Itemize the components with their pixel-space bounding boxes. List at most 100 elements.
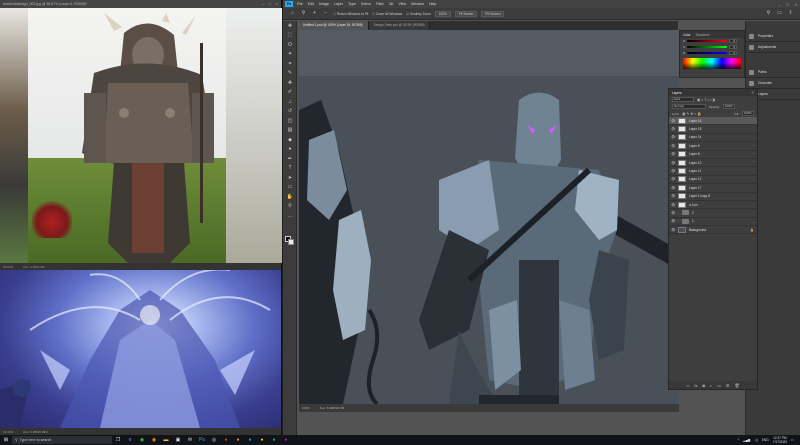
dodge-tool-icon[interactable]: ● (283, 145, 297, 155)
zoom-100-button[interactable]: 100% (434, 10, 451, 17)
history-brush-tool-icon[interactable]: ↺ (283, 107, 297, 117)
workspace-icon[interactable]: ▭ (776, 10, 783, 17)
layer-row[interactable]: 👁 › 1 (669, 218, 757, 227)
lasso-tool-icon[interactable]: ʘ (283, 40, 297, 50)
shape-tool-icon[interactable]: ▭ (283, 183, 297, 193)
resize-windows-checkbox[interactable]: ☐ Resize Windows to Fit (333, 12, 368, 16)
gradient-tool-icon[interactable]: ▤ (283, 126, 297, 136)
search-icon[interactable]: ⚲ (765, 10, 772, 17)
tab-document-1[interactable]: Untitled-1.psd @ 100% (Layer 16, RGB/8) (298, 21, 369, 30)
task-view-icon[interactable]: ❐ (112, 435, 124, 445)
edge-browser-icon[interactable]: e (124, 435, 136, 445)
layers-panel[interactable]: Layers ≡ Kind ▣ ◐ T ▭ ◨ Normal Opacity: … (668, 88, 758, 390)
menu-edit[interactable]: Edit (308, 2, 314, 6)
add-mask-icon[interactable]: ◙ (702, 383, 704, 388)
layer-row[interactable]: 👁 Background 🔒 (669, 226, 757, 235)
visibility-eye-icon[interactable]: 👁 (671, 119, 675, 123)
firefox-icon[interactable]: ◉ (148, 435, 160, 445)
zoom-in-icon[interactable]: + (311, 10, 318, 17)
delete-layer-icon[interactable]: 🗑 (734, 383, 739, 388)
layer-row[interactable]: 👁 › 2 (669, 209, 757, 218)
visibility-eye-icon[interactable]: 👁 (671, 161, 675, 165)
maximize-icon[interactable]: □ (786, 2, 788, 7)
layer-row[interactable]: 👁 Layer 9 (669, 142, 757, 151)
lock-icons[interactable]: ▦ ✎ ✥ ⌗ 🔒 (682, 112, 701, 116)
layer-row[interactable]: 👁 Layer 16 (669, 117, 757, 126)
visibility-eye-icon[interactable]: 👁 (671, 144, 675, 148)
stamp-tool-icon[interactable]: ⊥ (283, 97, 297, 107)
crop-tool-icon[interactable]: ⌗ (283, 59, 297, 69)
opacity-field[interactable]: 100% (723, 104, 736, 109)
fit-screen-button[interactable]: Fit Screen (454, 10, 478, 17)
type-tool-icon[interactable]: T (283, 164, 297, 174)
zoom-out-icon[interactable]: − (322, 10, 329, 17)
layer-row[interactable]: 👁 Layer 11 (669, 167, 757, 176)
app-icon-blue[interactable]: ● (244, 435, 256, 445)
color-spectrum[interactable] (683, 58, 741, 69)
menu-view[interactable]: View (398, 2, 406, 6)
notifications-icon[interactable]: ▭ (791, 438, 794, 442)
menu-window[interactable]: Window (411, 2, 424, 6)
visibility-eye-icon[interactable]: 👁 (671, 203, 675, 207)
store-icon[interactable]: ▣ (172, 435, 184, 445)
layer-row[interactable]: 👁 Layer 12 (669, 176, 757, 185)
tab-color[interactable]: Color (683, 33, 691, 37)
blue-slider[interactable]: B 0 (680, 50, 744, 56)
visibility-eye-icon[interactable]: 👁 (671, 219, 675, 223)
pen-tool-icon[interactable]: ✒ (283, 154, 297, 164)
layer-style-icon[interactable]: fx (694, 383, 697, 388)
panel-menu-icon[interactable]: ≡ (752, 90, 754, 95)
more-tools-icon[interactable]: … (283, 211, 297, 221)
menu-image[interactable]: Image (319, 2, 329, 6)
filter-icons[interactable]: ▣ ◐ T ▭ ◨ (697, 98, 715, 102)
app-icon-teal[interactable]: ● (268, 435, 280, 445)
marquee-tool-icon[interactable]: ⬚ (283, 31, 297, 41)
tab-document-2[interactable]: Design_Refs.psd @ 33.3% (RGB/8) (368, 21, 431, 30)
share-icon[interactable]: ⇪ (787, 10, 794, 17)
chevron-right-icon[interactable]: › (678, 211, 679, 215)
obs-icon[interactable]: ◎ (208, 435, 220, 445)
home-icon[interactable]: ⌂ (289, 10, 296, 17)
adjustment-layer-icon[interactable]: ◐ (710, 383, 712, 388)
visibility-eye-icon[interactable]: 👁 (671, 177, 675, 181)
clock[interactable]: 12:37 PM 7/17/2020 (773, 436, 787, 444)
zoom-tool-icon[interactable]: ⚲ (283, 202, 297, 212)
menu-file[interactable]: File (297, 2, 303, 6)
brush-tool-icon[interactable]: ✐ (283, 88, 297, 98)
move-tool-icon[interactable]: ✥ (283, 21, 297, 31)
fill-field[interactable]: 100% (742, 111, 754, 116)
path-select-tool-icon[interactable]: ➤ (283, 173, 297, 183)
reference-window-top-titlebar[interactable]: fornblockdesign_002.jpg @ 66.67% (Layer … (0, 0, 281, 8)
tab-layers[interactable]: Layers (672, 91, 682, 95)
chevron-right-icon[interactable]: › (678, 219, 679, 223)
magic-wand-tool-icon[interactable]: ✦ (283, 50, 297, 60)
menu-select[interactable]: Select (361, 2, 371, 6)
visibility-eye-icon[interactable]: 👁 (671, 194, 675, 198)
layer-row[interactable]: 👁 Layer 14 (669, 134, 757, 143)
menu-layer[interactable]: Layer (334, 2, 343, 6)
photoshop-taskbar-icon[interactable]: Ps (196, 435, 208, 445)
layer-row[interactable]: 👁 Layer 15 (669, 125, 757, 134)
layer-row[interactable]: 👁 a Join (669, 201, 757, 210)
blend-mode-select[interactable]: Normal (672, 104, 706, 109)
visibility-eye-icon[interactable]: 👁 (671, 228, 675, 232)
visibility-eye-icon[interactable]: 👁 (671, 135, 675, 139)
visibility-eye-icon[interactable]: 👁 (671, 152, 675, 156)
tray-expand-icon[interactable]: ^ (738, 438, 740, 442)
zoom-tool-icon[interactable]: ⚲ (300, 10, 307, 17)
reference-window-top[interactable]: fornblockdesign_002.jpg @ 66.67% (Layer … (0, 0, 282, 270)
scrubby-zoom-checkbox[interactable]: ☑ Scrubby Zoom (406, 12, 430, 16)
zoom-all-windows-checkbox[interactable]: ☐ Zoom All Windows (372, 12, 402, 16)
fill-screen-button[interactable]: Fill Screen (481, 10, 505, 17)
layer-row[interactable]: 👁 Layer 1 copy 8 (669, 193, 757, 201)
hand-tool-icon[interactable]: ✋ (283, 192, 297, 202)
healing-tool-icon[interactable]: ✚ (283, 78, 297, 88)
menu-filter[interactable]: Filter (376, 2, 384, 6)
app-icon-red[interactable]: ● (220, 435, 232, 445)
app-icon-yellow[interactable]: ● (256, 435, 268, 445)
menu-type[interactable]: Type (348, 2, 356, 6)
visibility-eye-icon[interactable]: 👁 (671, 169, 675, 173)
volume-icon[interactable]: ◁) (754, 438, 758, 442)
dock-item-paths[interactable]: Paths (746, 67, 800, 78)
app-icon-orange[interactable]: ● (232, 435, 244, 445)
